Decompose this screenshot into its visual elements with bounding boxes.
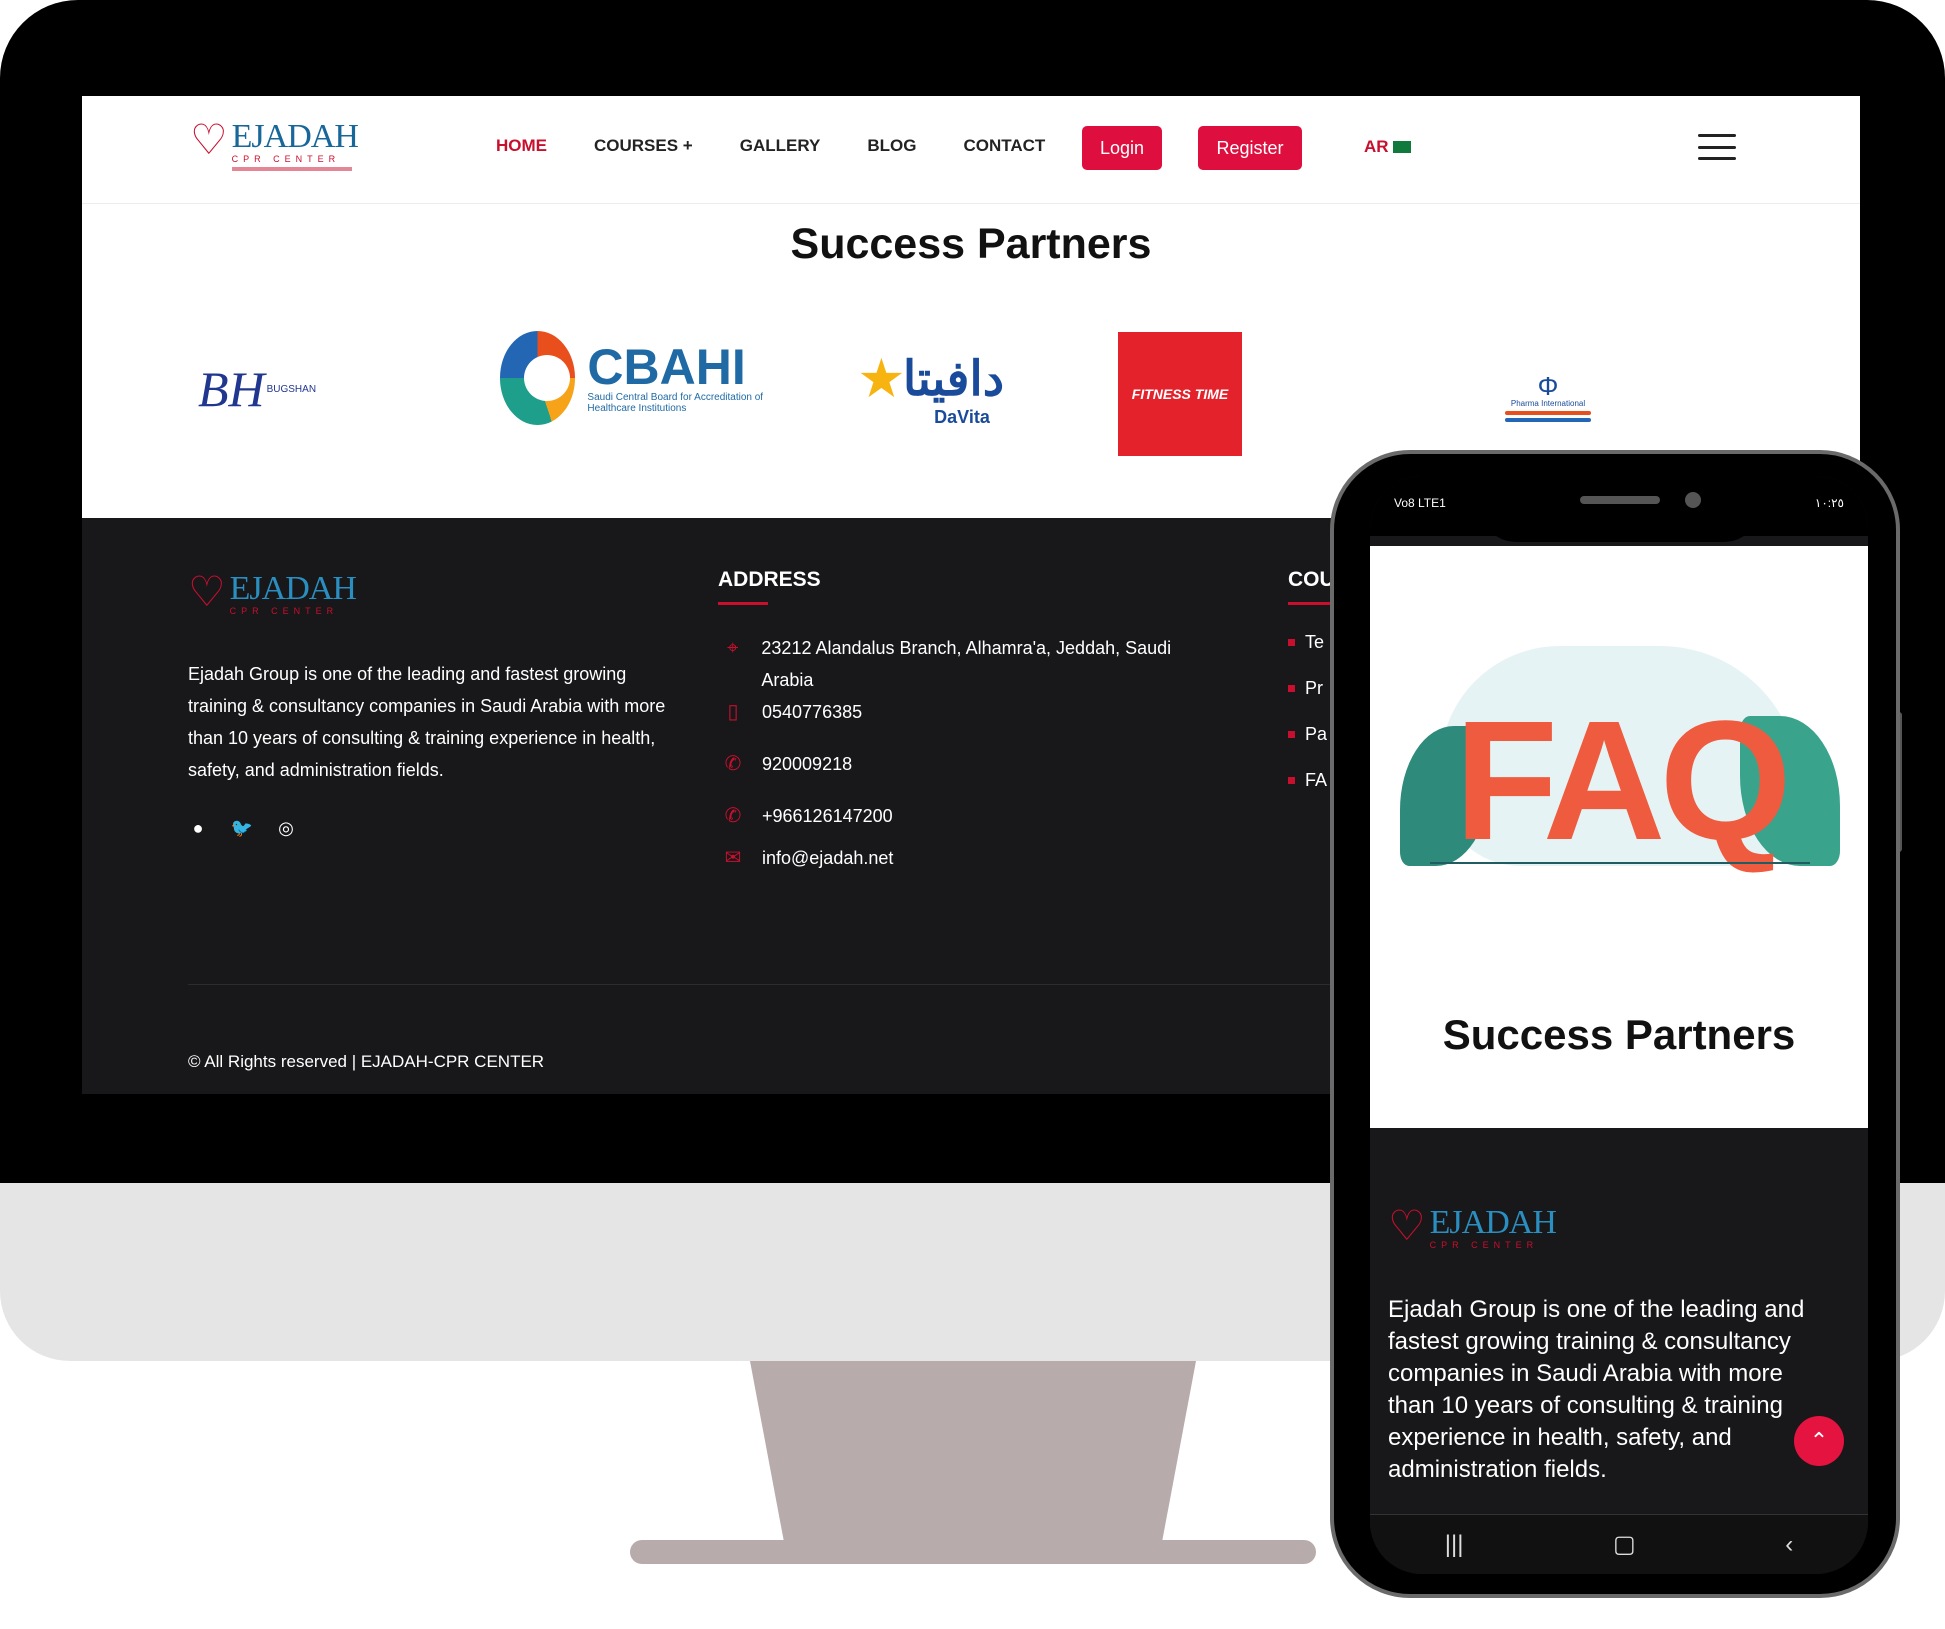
cbahi-subtitle: Saudi Central Board for Accreditation of… [587, 392, 764, 414]
fitness-time-name: FITNESS TIME [1131, 386, 1229, 402]
mobile-about-text: Ejadah Group is one of the leading and f… [1388, 1296, 1805, 1483]
address-heading: ADDRESS [718, 568, 821, 605]
language-switch[interactable]: AR [1364, 137, 1411, 157]
footer-logo-subtitle: CPR CENTER [229, 606, 339, 616]
partner-logo-bugshan[interactable]: BH BUGSHAN [187, 358, 327, 420]
phone-row[interactable]: ✆ 920009218 [718, 748, 853, 780]
phone-row[interactable]: ▯ 0540776385 [718, 696, 862, 728]
speaker [1580, 496, 1660, 504]
nav-blog[interactable]: BLOG [867, 136, 916, 156]
logo-name: EJADAH [231, 118, 359, 155]
faq-letters: FAQ [1454, 686, 1791, 876]
partner-logo-pharma[interactable]: Φ Pharma International [1500, 362, 1596, 432]
phone-landline: +966126147200 [762, 806, 893, 826]
social-links: ● 🐦 ◎ [188, 818, 296, 838]
snapchat-icon[interactable]: ● [188, 818, 208, 838]
mobile-logo-name: EJADAH [1429, 1204, 1557, 1241]
partner-logo-davita[interactable]: ★دافيتا DaVita [859, 342, 1005, 438]
faq-illustration[interactable]: FAQ [1400, 626, 1840, 916]
nav-gallery[interactable]: GALLERY [740, 136, 821, 156]
logo-subtitle: CPR CENTER [231, 154, 341, 164]
nav-courses[interactable]: COURSES + [594, 136, 693, 156]
cbahi-ring-icon [500, 331, 576, 425]
cbahi-name: CBAHI [587, 339, 746, 395]
menu-icon[interactable] [1698, 134, 1736, 160]
scroll-to-top-button[interactable]: ⌃ [1794, 1416, 1844, 1466]
twitter-icon[interactable]: 🐦 [231, 818, 253, 838]
saudi-flag-icon [1392, 141, 1411, 153]
mail-icon: ✉ [724, 847, 742, 869]
copyright-text: © All Rights reserved | EJADAH-CPR CENTE… [188, 1052, 545, 1071]
success-partners-title: Success Partners [790, 220, 1152, 268]
status-signal: Vo8 LTE1 [1394, 496, 1446, 510]
mobile-success-partners-title: Success Partners [1442, 1011, 1796, 1058]
location-pin-icon: ⌖ [727, 637, 739, 659]
login-button[interactable]: Login [1082, 126, 1162, 170]
recent-apps-icon[interactable]: ||| [1445, 1531, 1464, 1559]
phone-row[interactable]: ✆ +966126147200 [718, 800, 893, 832]
address-text: 23212 Alandalus Branch, Alhamra'a, Jedda… [761, 638, 1172, 690]
davita-name: DaVita [934, 406, 990, 427]
heart-logo-icon: ♡ [190, 116, 228, 163]
mobile-content: FAQ Success Partners [1370, 546, 1868, 1128]
phone-unified: 920009218 [762, 754, 853, 774]
footer-logo[interactable]: ♡ EJADAH CPR CENTER [188, 568, 357, 617]
home-icon[interactable]: ▢ [1613, 1530, 1636, 1559]
footer-logo-name: EJADAH [229, 570, 357, 607]
email-text: info@ejadah.net [762, 848, 894, 868]
monitor-stand-base [630, 1540, 1316, 1564]
camera-icon [1685, 492, 1701, 508]
status-time: ١٠:٢٥ [1814, 496, 1844, 510]
phone-icon: ✆ [724, 805, 742, 827]
phone-mobile: 0540776385 [762, 702, 863, 722]
instagram-icon[interactable]: ◎ [276, 818, 296, 838]
partner-logo-fitness-time[interactable]: FITNESS TIME [1118, 332, 1242, 456]
phone-icon: ✆ [724, 753, 742, 775]
bugshan-name: BUGSHAN [266, 383, 317, 395]
mobile-footer-logo[interactable]: ♡ EJADAH CPR CENTER [1388, 1202, 1557, 1251]
heart-logo-icon: ♡ [1388, 1202, 1426, 1249]
site-logo[interactable]: ♡ EJADAH CPR CENTER [190, 116, 359, 171]
course-link[interactable]: Pr [1288, 678, 1323, 699]
phone-notch [1480, 476, 1760, 542]
partner-logo-cbahi[interactable]: CBAHI Saudi Central Board for Accreditat… [500, 328, 810, 428]
course-link[interactable]: Te [1288, 632, 1324, 653]
davita-arabic: دافيتا [902, 352, 1005, 406]
pharma-name: Pharma International [1510, 398, 1586, 408]
course-link[interactable]: Pa [1288, 724, 1327, 745]
heart-logo-icon: ♡ [188, 568, 226, 615]
mobile-icon: ▯ [727, 701, 739, 723]
phi-icon: Φ [1537, 370, 1559, 401]
address-row: ⌖ 23212 Alandalus Branch, Alhamra'a, Jed… [718, 632, 1218, 696]
android-nav-bar: ||| ▢ ‹ [1370, 1514, 1868, 1574]
phone-frame: Vo8 LTE1 ١٠:٢٥ FAQ Success Partners ♡ EJ… [1330, 450, 1900, 1598]
footer-about-text: Ejadah Group is one of the leading and f… [188, 664, 666, 780]
course-link[interactable]: FA [1288, 770, 1327, 791]
logo-arabic-line [231, 167, 352, 171]
monitor-stand [750, 1361, 1196, 1551]
mobile-logo-subtitle: CPR CENTER [1429, 1240, 1539, 1250]
back-icon[interactable]: ‹ [1785, 1531, 1793, 1559]
chevron-up-icon: ⌃ [1809, 1428, 1829, 1453]
nav-contact[interactable]: CONTACT [963, 136, 1045, 156]
email-row[interactable]: ✉ info@ejadah.net [718, 842, 894, 874]
bugshan-mark: BH [197, 361, 265, 417]
register-button[interactable]: Register [1198, 126, 1302, 170]
star-icon: ★ [859, 352, 903, 406]
phone-screen: Vo8 LTE1 ١٠:٢٥ FAQ Success Partners ♡ EJ… [1370, 476, 1868, 1574]
nav-home[interactable]: HOME [496, 136, 547, 156]
main-nav: HOME COURSES + GALLERY BLOG CONTACT [496, 136, 1092, 156]
language-label: AR [1364, 137, 1389, 156]
site-header: ♡ EJADAH CPR CENTER HOME COURSES + GALLE… [82, 96, 1860, 204]
